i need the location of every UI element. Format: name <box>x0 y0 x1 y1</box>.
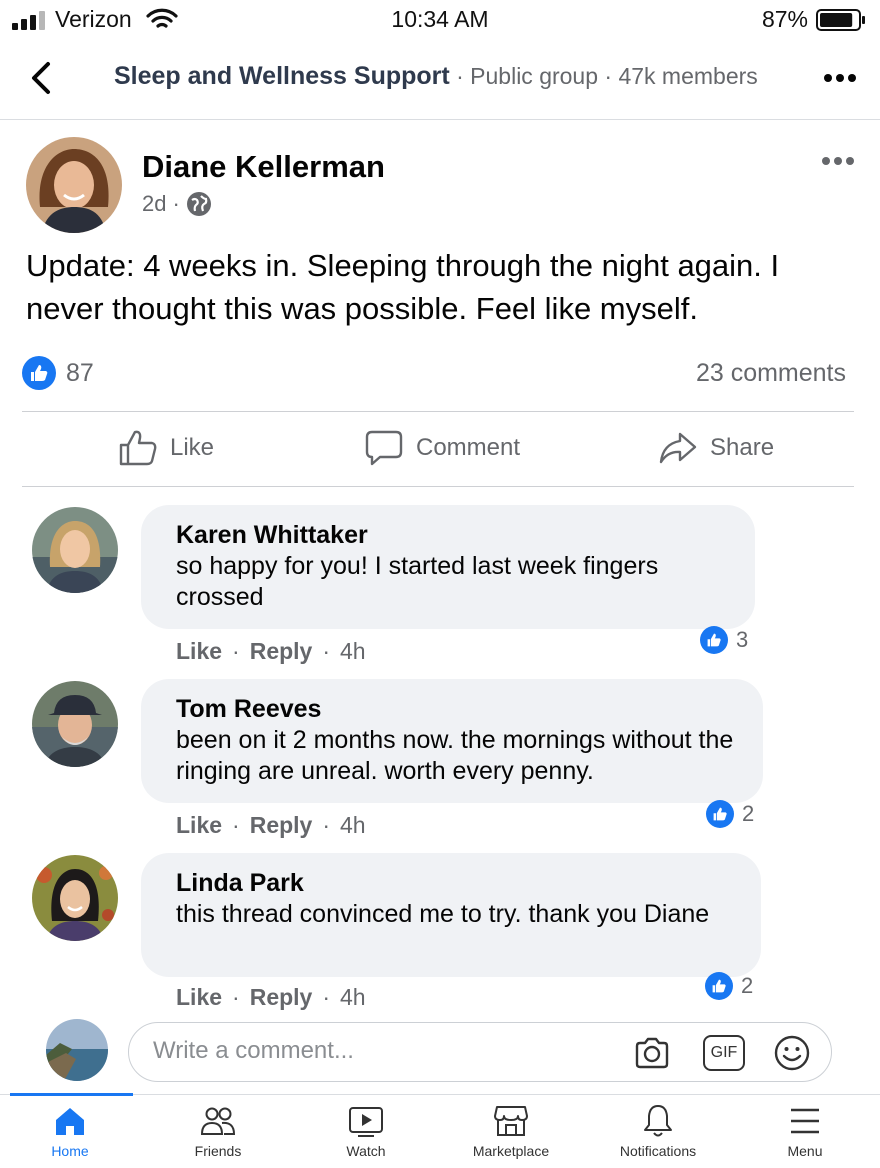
gif-icon[interactable]: GIF <box>703 1035 745 1071</box>
bottom-nav: Home Friends Watch Marketplace Notificat… <box>0 1093 880 1168</box>
comment-reactions[interactable]: 2 <box>706 800 754 828</box>
nav-label: Menu <box>787 1143 823 1159</box>
commenter-name[interactable]: Tom Reeves <box>176 693 739 725</box>
dot-separator: · <box>232 638 240 664</box>
reactions-summary[interactable]: 87 <box>22 356 94 390</box>
comment-text: so happy for you! I started last week fi… <box>176 552 659 611</box>
meta-separator: · <box>172 191 180 216</box>
comment-like-link[interactable]: Like <box>176 984 222 1011</box>
status-bar: Verizon 10:34 AM 87% <box>0 0 880 40</box>
comment-actions: Like · Reply · 4h <box>176 638 366 665</box>
comment-reply-link[interactable]: Reply <box>250 638 313 665</box>
back-button[interactable] <box>24 58 64 98</box>
comment-input[interactable] <box>153 1037 593 1065</box>
current-user-avatar[interactable] <box>46 1019 108 1081</box>
battery-percent: 87% <box>761 6 808 32</box>
commenter-name[interactable]: Karen Whittaker <box>176 519 731 551</box>
commenter-avatar[interactable] <box>32 681 118 767</box>
nav-marketplace[interactable]: Marketplace <box>438 1103 584 1159</box>
dot-separator: · <box>322 638 331 664</box>
post-action-bar: Like Comment Share <box>22 411 854 487</box>
share-label: Share <box>710 434 775 461</box>
battery-icon <box>816 9 865 31</box>
dot-separator: · <box>232 812 240 838</box>
like-label: Like <box>170 434 215 461</box>
thumbs-up-icon <box>706 800 734 828</box>
comment-actions: Like · Reply · 4h <box>176 812 366 839</box>
friends-icon <box>200 1107 236 1135</box>
thumbs-up-outline-icon <box>119 430 157 466</box>
nav-label: Home <box>51 1143 89 1159</box>
comment-reactions[interactable]: 2 <box>705 972 753 1000</box>
nav-menu[interactable]: Menu <box>732 1103 878 1159</box>
globe-icon <box>186 192 211 216</box>
comment-icon <box>365 430 403 466</box>
commenter-avatar[interactable] <box>32 855 118 941</box>
comment-count[interactable]: 23 comments <box>696 359 846 388</box>
thumbs-up-icon <box>22 356 56 390</box>
group-title[interactable]: Sleep and Wellness Support · Public grou… <box>114 62 758 91</box>
comment-text: this thread convinced me to try. thank y… <box>176 900 710 928</box>
post-more-icon[interactable] <box>820 152 856 170</box>
nav-label: Marketplace <box>472 1143 550 1159</box>
like-button[interactable]: Like <box>118 428 214 468</box>
comment-reply-link[interactable]: Reply <box>250 812 313 839</box>
comment-like-link[interactable]: Like <box>176 812 222 839</box>
post-author-avatar[interactable] <box>26 137 122 233</box>
comment-bubble: Linda Park this thread convinced me to t… <box>141 853 761 977</box>
nav-notifications[interactable]: Notifications <box>585 1103 731 1159</box>
comment-like-link[interactable]: Like <box>176 638 222 665</box>
dot-separator: · <box>322 984 331 1010</box>
post-author-name[interactable]: Diane Kellerman <box>142 149 385 185</box>
dot-separator: · <box>232 984 240 1010</box>
dot-separator: · <box>322 812 331 838</box>
nav-label: Watch <box>346 1143 386 1159</box>
comment-time: 4h <box>340 984 366 1010</box>
comment-bubble: Karen Whittaker so happy for you! I star… <box>141 505 755 629</box>
thumbs-up-icon <box>705 972 733 1000</box>
comment-reaction-count: 2 <box>741 973 754 998</box>
post-time[interactable]: 2d <box>142 191 166 217</box>
watch-icon <box>349 1107 383 1137</box>
post-text: Update: 4 weeks in. Sleeping through the… <box>26 248 780 326</box>
thumbs-up-icon <box>700 626 728 654</box>
home-icon <box>56 1108 84 1135</box>
menu-icon <box>791 1108 819 1134</box>
comment-time: 4h <box>340 638 366 664</box>
nav-label: Friends <box>194 1143 242 1159</box>
nav-friends[interactable]: Friends <box>145 1103 291 1159</box>
comment-text: been on it 2 months now. the mornings wi… <box>176 726 734 785</box>
gif-label: GIF <box>710 1044 738 1061</box>
share-button[interactable]: Share <box>658 428 774 468</box>
comment-button[interactable]: Comment <box>364 428 520 468</box>
comment-reaction-count: 2 <box>742 801 755 826</box>
comment-bubble: Tom Reeves been on it 2 months now. the … <box>141 679 763 803</box>
emoji-icon[interactable] <box>773 1034 811 1072</box>
share-icon <box>659 432 697 464</box>
group-name: Sleep and Wellness Support <box>114 62 450 90</box>
battery-fill <box>820 13 853 27</box>
comment-reaction-count: 3 <box>736 627 749 652</box>
nav-watch[interactable]: Watch <box>293 1103 439 1159</box>
comment-actions: Like · Reply · 4h <box>176 984 366 1011</box>
nav-label: Notifications <box>619 1143 697 1159</box>
more-horizontal-icon[interactable] <box>822 68 858 88</box>
comment-reactions[interactable]: 3 <box>700 626 748 654</box>
clock: 10:34 AM <box>391 6 489 32</box>
bell-icon <box>644 1105 672 1137</box>
like-count: 87 <box>66 358 94 387</box>
group-meta: · Public group · 47k members <box>449 63 758 89</box>
comment-time: 4h <box>340 812 366 838</box>
post-meta: 2d · <box>142 191 212 217</box>
comment-reply-link[interactable]: Reply <box>250 984 313 1011</box>
comment-composer: GIF <box>128 1022 832 1082</box>
marketplace-icon <box>494 1106 528 1136</box>
comment-label: Comment <box>416 434 521 461</box>
camera-icon[interactable] <box>633 1034 671 1072</box>
nav-home[interactable]: Home <box>0 1103 143 1159</box>
commenter-avatar[interactable] <box>32 507 118 593</box>
group-header: Sleep and Wellness Support · Public grou… <box>0 44 880 120</box>
commenter-name[interactable]: Linda Park <box>176 867 737 899</box>
nav-active-indicator <box>10 1093 133 1096</box>
